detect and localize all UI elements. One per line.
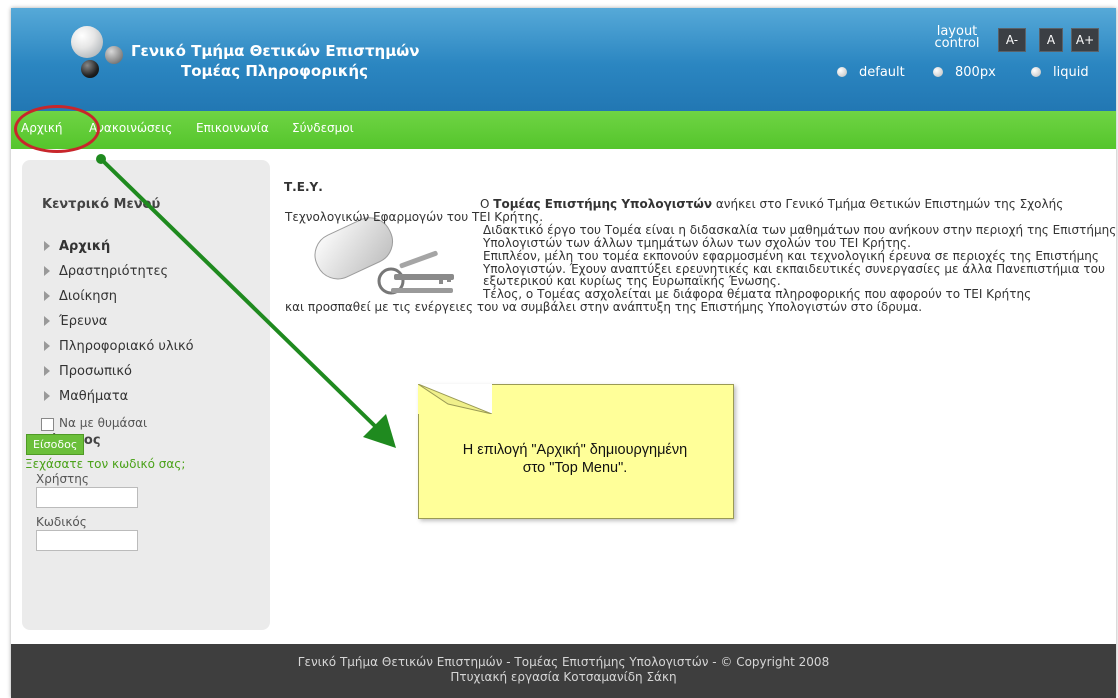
triangle-right-icon xyxy=(44,291,50,301)
logo-ball-dark xyxy=(81,60,99,78)
content-body: Ο Τομέας Επιστήμης Υπολογιστών ανήκει στ… xyxy=(285,198,1116,314)
triangle-right-icon xyxy=(44,316,50,326)
sidebar-item-research[interactable]: Έρευνα xyxy=(44,314,107,329)
logo-ball-large xyxy=(71,26,103,58)
font-decrease-button[interactable]: A- xyxy=(998,28,1026,52)
content-paragraph-2: Διδακτικό έργο του Τομέα είναι η διδασκα… xyxy=(483,222,1116,250)
content-paragraph-3: Επιπλέον, μέλη του τομέα εκπονούν εφαρμο… xyxy=(483,248,1105,289)
layout-liquid-option[interactable]: liquid xyxy=(1031,65,1089,80)
username-label: Χρήστης xyxy=(36,472,89,486)
login-button[interactable]: Είσοδος xyxy=(26,434,85,455)
username-field[interactable] xyxy=(36,487,138,508)
sidebar-item-administration[interactable]: Διοίκηση xyxy=(44,289,117,304)
sidebar-item-label: Μαθήματα xyxy=(59,389,129,404)
font-increase-button[interactable]: A+ xyxy=(1071,28,1099,52)
forgot-password-link[interactable]: Ξεχάσατε τον κωδικό σας; xyxy=(25,457,185,471)
callout-fold-corner xyxy=(418,384,492,414)
triangle-right-icon xyxy=(44,391,50,401)
content-title: Τ.Ε.Υ. xyxy=(284,180,323,194)
sidebar-item-label: Διοίκηση xyxy=(59,289,118,304)
radio-dot-icon xyxy=(837,67,847,77)
site-title-line2: Τομέας Πληροφορικής xyxy=(181,62,368,80)
para1-bold: Τομέας Επιστήμης Υπολογιστών xyxy=(493,197,713,211)
site-logo xyxy=(69,24,129,84)
triangle-right-icon xyxy=(44,366,50,376)
sidebar-item-label: Αρχική xyxy=(59,239,111,254)
radio-dot-icon xyxy=(933,67,943,77)
callout-text: Η επιλογή "Αρχική" δημιουργημένη στο "To… xyxy=(418,441,732,477)
sidebar-item-label: Πληροφοριακό υλικό xyxy=(59,339,194,354)
callout-line2: στο "Top Menu". xyxy=(522,460,628,476)
sidebar-item-staff[interactable]: Προσωπικό xyxy=(44,364,132,379)
sidebar-item-label: Έρευνα xyxy=(59,314,108,329)
annotation-highlight-ellipse xyxy=(14,105,100,153)
content-paragraph-1: Ο Τομέας Επιστήμης Υπολογιστών ανήκει στ… xyxy=(285,198,1116,224)
para1-prefix: Ο xyxy=(480,197,494,211)
top-menu: Αρχική Ανακοινώσεις Επικοινωνία Σύνδεσμο… xyxy=(11,111,1116,149)
main-menu-title: Κεντρικό Μενού xyxy=(42,197,161,212)
sidebar-item-activities[interactable]: Δραστηριότητες xyxy=(44,264,168,279)
layout-liquid-label: liquid xyxy=(1053,65,1089,80)
site-footer: Γενικό Τμήμα Θετικών Επιστημών - Τομέας … xyxy=(11,644,1116,698)
top-menu-item-links[interactable]: Σύνδεσμοι xyxy=(292,121,354,135)
remember-me-label: Να με θυμάσαι xyxy=(59,416,148,430)
remember-me-checkbox[interactable] xyxy=(41,418,54,431)
sidebar-item-information[interactable]: Πληροφοριακό υλικό xyxy=(44,339,194,354)
sidebar-item-home[interactable]: Αρχική xyxy=(44,239,110,254)
triangle-right-icon xyxy=(44,341,50,351)
layout-control-label: layout control xyxy=(927,25,987,51)
top-menu-item-announcements[interactable]: Ανακοινώσεις xyxy=(89,121,172,135)
triangle-right-icon xyxy=(44,241,50,251)
layout-800px-label: 800px xyxy=(955,65,996,80)
layout-800px-option[interactable]: 800px xyxy=(933,65,996,80)
site-header: Γενικό Τμήμα Θετικών Επιστημών Τομέας Πλ… xyxy=(11,8,1116,111)
password-label: Κωδικός xyxy=(36,515,87,529)
password-field[interactable] xyxy=(36,530,138,551)
layout-default-option[interactable]: default xyxy=(837,65,905,80)
radio-dot-icon xyxy=(1031,67,1041,77)
sidebar-item-label: Προσωπικό xyxy=(59,364,132,379)
font-default-button[interactable]: A xyxy=(1039,28,1063,52)
top-menu-item-contact[interactable]: Επικοινωνία xyxy=(196,121,269,135)
site-title-line1: Γενικό Τμήμα Θετικών Επιστημών xyxy=(131,42,420,60)
content-paragraph-4-line2: και προσπαθεί με τις ενέργειες του να συ… xyxy=(285,300,923,315)
layout-control-line2: control xyxy=(934,36,980,51)
footer-copyright: Γενικό Τμήμα Θετικών Επιστημών - Τομέας … xyxy=(297,655,830,669)
layout-default-label: default xyxy=(859,65,905,80)
sidebar: Κεντρικό Μενού Αρχική Δραστηριότητες Διο… xyxy=(22,160,270,630)
site-title: Γενικό Τμήμα Θετικών Επιστημών Τομέας Πλ… xyxy=(131,41,420,81)
footer-credit: Πτυχιακή εργασία Κοτσαμανίδη Σάκη xyxy=(450,670,677,684)
logo-ball-small xyxy=(105,46,123,64)
triangle-right-icon xyxy=(44,266,50,276)
callout-line1: Η επιλογή "Αρχική" δημιουργημένη xyxy=(462,442,688,458)
browser-page: Γενικό Τμήμα Θετικών Επιστημών Τομέας Πλ… xyxy=(11,8,1116,698)
sidebar-item-label: Δραστηριότητες xyxy=(59,264,169,279)
sidebar-item-courses[interactable]: Μαθήματα xyxy=(44,389,128,404)
